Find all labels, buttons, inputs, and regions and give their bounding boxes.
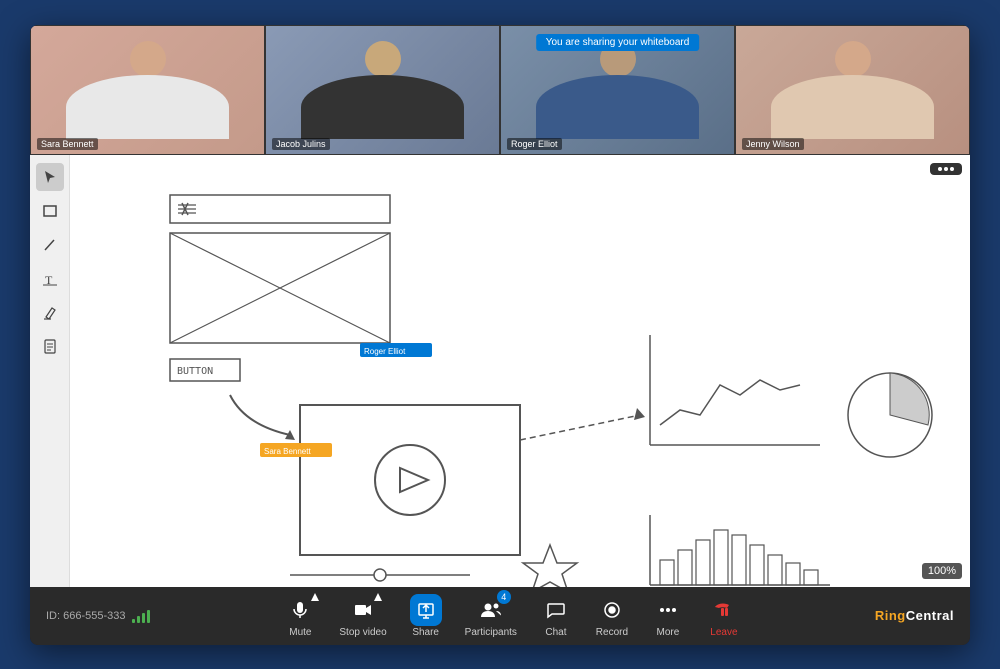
main-area: T 100% [30, 155, 970, 587]
share-label: Share [412, 627, 439, 638]
record-label: Record [596, 627, 628, 638]
svg-text:BUTTON: BUTTON [177, 366, 213, 377]
stop-video-icon [347, 594, 379, 626]
participant-thumb-jenny[interactable]: Jenny Wilson [735, 25, 970, 155]
participant-thumb-sara[interactable]: Sara Bennett [30, 25, 265, 155]
whiteboard[interactable]: 100% BUTTON Roger Ell [70, 155, 970, 587]
participants-button[interactable]: 4 Participants [457, 590, 525, 642]
call-id-area: ID: 666-555-333 [46, 609, 150, 623]
app-window: Sara Bennett Jacob Julins You are sharin… [30, 25, 970, 645]
tool-highlight[interactable] [36, 299, 64, 327]
participant-name-jenny: Jenny Wilson [742, 138, 804, 150]
participant-name-jacob: Jacob Julins [272, 138, 330, 150]
participant-name-roger: Roger Elliot [507, 138, 562, 150]
bottom-toolbar: ID: 666-555-333 Mute [30, 587, 970, 645]
tools-sidebar: T [30, 155, 70, 587]
mute-button[interactable]: Mute [275, 590, 325, 642]
chat-button[interactable]: Chat [531, 590, 581, 642]
tool-pen[interactable] [36, 231, 64, 259]
svg-text:Sara Bennett: Sara Bennett [264, 447, 311, 456]
stop-video-label: Stop video [339, 627, 386, 638]
participant-thumb-roger[interactable]: You are sharing your whiteboard Roger El… [500, 25, 735, 155]
share-icon [410, 594, 442, 626]
signal-bar-3 [142, 613, 145, 623]
chat-icon [540, 594, 572, 626]
sharing-banner: You are sharing your whiteboard [536, 34, 700, 51]
signal-bar-1 [132, 619, 135, 623]
leave-button[interactable]: Leave [699, 590, 749, 642]
tool-document[interactable] [36, 333, 64, 361]
tool-rectangle[interactable] [36, 197, 64, 225]
participant-name-sara: Sara Bennett [37, 138, 98, 150]
mute-label: Mute [289, 627, 311, 638]
participants-bar: Sara Bennett Jacob Julins You are sharin… [30, 25, 970, 155]
tool-select[interactable] [36, 163, 64, 191]
more-button[interactable]: More [643, 590, 693, 642]
stop-video-button[interactable]: Stop video [331, 590, 394, 642]
share-button[interactable]: Share [401, 590, 451, 642]
more-icon [652, 594, 684, 626]
whiteboard-canvas[interactable]: BUTTON Roger Elliot Sara Bennett [70, 155, 970, 587]
leave-label: Leave [710, 627, 737, 638]
signal-indicator [132, 609, 150, 623]
participants-label: Participants [465, 627, 517, 638]
more-label: More [657, 627, 680, 638]
call-id-text: ID: 666-555-333 [46, 610, 126, 622]
ringcentral-logo: RingCentral [875, 608, 954, 623]
chat-label: Chat [545, 627, 566, 638]
mute-icon [284, 594, 316, 626]
signal-bar-2 [137, 616, 140, 623]
toolbar-center: Mute Stop video Share [150, 590, 875, 642]
leave-icon [708, 594, 740, 626]
tool-text[interactable]: T [36, 265, 64, 293]
participants-badge: 4 [497, 590, 511, 604]
participant-thumb-jacob[interactable]: Jacob Julins [265, 25, 500, 155]
record-button[interactable]: Record [587, 590, 637, 642]
participants-icon: 4 [475, 594, 507, 626]
record-icon [596, 594, 628, 626]
svg-text:Roger Elliot: Roger Elliot [364, 347, 406, 356]
